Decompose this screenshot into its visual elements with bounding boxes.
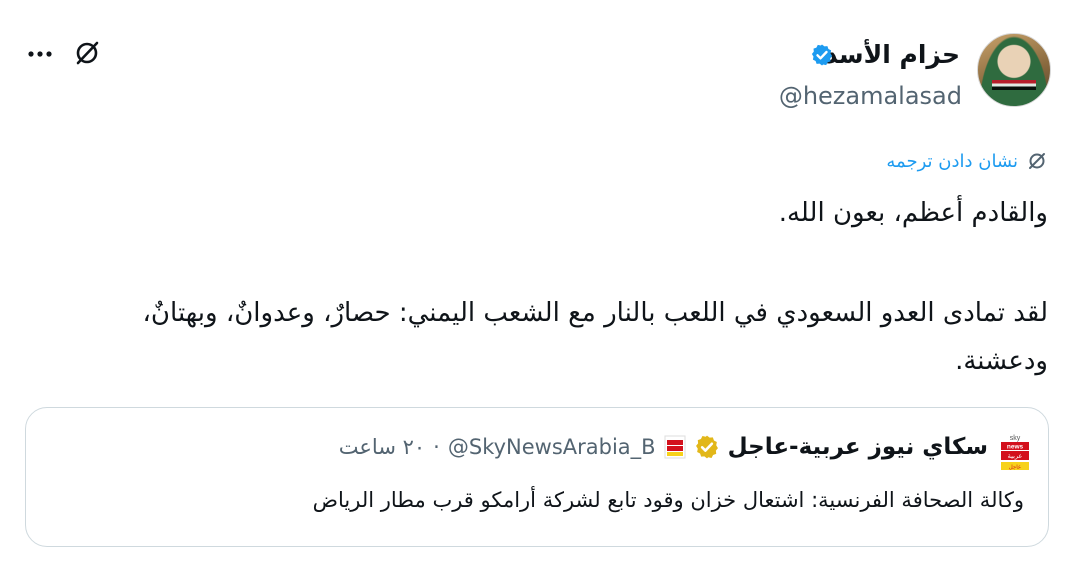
- more-icon[interactable]: [26, 42, 54, 66]
- avatar-flag: [992, 80, 1036, 90]
- author-handle[interactable]: @hezamalasad: [779, 82, 962, 110]
- svg-text:news: news: [1007, 444, 1024, 451]
- author-avatar[interactable]: [977, 33, 1051, 107]
- author-display-name[interactable]: حزام الأسد: [825, 40, 960, 69]
- grok-icon[interactable]: [72, 38, 102, 68]
- affiliate-badge-icon: [664, 435, 686, 459]
- tweet-text-line: لقد تمادى العدو السعودي في اللعب بالنار …: [142, 298, 1048, 328]
- sky-news-arabia-logo: sky news عربية عاجل: [1000, 432, 1030, 472]
- quoted-tweet-header: ۲۰ ساعت · @SkyNewsArabia_B سكاي نيوز عرب…: [339, 434, 988, 460]
- svg-text:عاجل: عاجل: [1009, 465, 1022, 471]
- svg-text:sky: sky: [1010, 435, 1021, 442]
- quoted-tweet-text: وكالة الصحافة الفرنسية: اشتعال خزان وقود…: [312, 488, 1024, 512]
- translate-link[interactable]: نشان دادن ترجمه: [886, 150, 1048, 172]
- translate-icon: [1029, 153, 1045, 169]
- tweet-text-line: والقادم أعظم، بعون الله.: [778, 198, 1048, 228]
- verified-badge-icon: [811, 44, 833, 66]
- svg-text:عربية: عربية: [1008, 452, 1023, 460]
- tweet-text-line: ودعشنة.: [955, 346, 1048, 376]
- quoted-separator: ·: [433, 435, 440, 459]
- verified-gold-icon: [695, 435, 718, 459]
- quoted-handle: @SkyNewsArabia_B: [447, 435, 656, 459]
- quoted-time-ago[interactable]: ۲۰ ساعت: [339, 435, 425, 459]
- quoted-display-name: سكاي نيوز عربية-عاجل: [727, 434, 988, 460]
- quoted-tweet-card[interactable]: sky news عربية عاجل ۲۰ ساعت · @SkyNewsAr…: [25, 407, 1049, 547]
- translate-label: نشان دادن ترجمه: [886, 150, 1018, 172]
